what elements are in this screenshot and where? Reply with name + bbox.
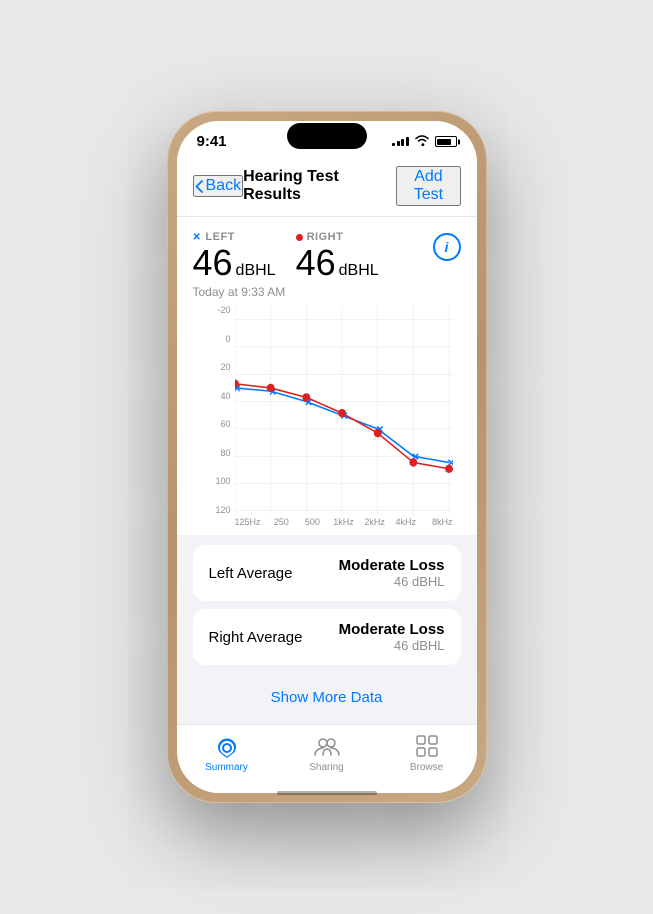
right-point-500 xyxy=(302,393,310,401)
tab-sharing[interactable]: Sharing xyxy=(277,733,377,773)
summary-icon xyxy=(214,733,240,759)
browse-tab-label: Browse xyxy=(410,762,443,773)
y-label-120: 120 xyxy=(209,505,235,515)
x-label-2k: 2kHz xyxy=(359,517,390,527)
right-point-8k xyxy=(445,465,453,473)
nav-bar: Back Hearing Test Results Add Test xyxy=(177,156,477,217)
right-classification: Moderate Loss xyxy=(339,621,445,638)
right-average-value: 46 dBHL xyxy=(339,638,445,653)
left-average-value: 46 dBHL xyxy=(339,574,445,589)
y-label-neg20: -20 xyxy=(209,305,235,315)
signal-bars-icon xyxy=(392,137,409,146)
left-x-icon: ✕ xyxy=(193,232,202,243)
browse-icon xyxy=(414,733,440,759)
chart-svg: ✕ ✕ ✕ ✕ ✕ ✕ ✕ L xyxy=(235,305,453,515)
wifi-icon xyxy=(414,134,430,149)
status-icons xyxy=(392,134,457,149)
show-more-section[interactable]: Show More Data xyxy=(177,675,477,724)
summary-tab-label: Summary xyxy=(205,762,248,773)
y-label-60: 60 xyxy=(209,419,235,429)
tab-bar: Summary Sharing xyxy=(177,724,477,793)
x-axis-labels: 125Hz 250 500 1kHz 2kHz 4kHz 8kHz xyxy=(235,515,453,535)
right-point-1k xyxy=(338,409,346,417)
right-value: 46 dBHL xyxy=(296,245,379,281)
y-label-40: 40 xyxy=(209,391,235,401)
back-button[interactable]: Back xyxy=(193,175,244,197)
content-area: ✕ LEFT 46 dBHL xyxy=(177,217,477,724)
left-average-label: Left Average xyxy=(209,565,293,582)
left-classification: Moderate Loss xyxy=(339,557,445,574)
right-point-250 xyxy=(266,384,274,392)
left-value: 46 dBHL xyxy=(193,245,276,281)
averages-section: Left Average Moderate Loss 46 dBHL Right… xyxy=(177,535,477,675)
phone-screen: 9:41 xyxy=(177,121,477,793)
dynamic-island xyxy=(287,123,367,149)
back-label: Back xyxy=(206,177,242,195)
right-point-2k xyxy=(373,429,381,437)
show-more-button[interactable]: Show More Data xyxy=(263,681,391,714)
x-label-500: 500 xyxy=(297,517,328,527)
home-indicator xyxy=(277,791,377,793)
metrics-row: ✕ LEFT 46 dBHL xyxy=(193,231,379,281)
add-test-button[interactable]: Add Test xyxy=(396,166,460,206)
right-metric: RIGHT 46 dBHL xyxy=(296,231,379,281)
battery-icon xyxy=(435,136,457,147)
left-average-result: Moderate Loss 46 dBHL xyxy=(339,557,445,589)
right-dot-icon xyxy=(296,234,303,241)
result-card: ✕ LEFT 46 dBHL xyxy=(177,217,477,535)
tab-summary[interactable]: Summary xyxy=(177,733,277,773)
x-label-1k: 1kHz xyxy=(328,517,359,527)
x-label-125: 125Hz xyxy=(235,517,266,527)
y-label-80: 80 xyxy=(209,448,235,458)
x-label-4k: 4kHz xyxy=(390,517,421,527)
y-label-20: 20 xyxy=(209,362,235,372)
right-average-label: Right Average xyxy=(209,629,303,646)
result-date: Today at 9:33 AM xyxy=(193,285,379,299)
right-average-result: Moderate Loss 46 dBHL xyxy=(339,621,445,653)
y-label-0: 0 xyxy=(209,334,235,344)
x-label-8k: 8kHz xyxy=(421,517,452,527)
tab-browse[interactable]: Browse xyxy=(377,733,477,773)
status-time: 9:41 xyxy=(197,133,227,150)
page-title: Hearing Test Results xyxy=(243,168,396,204)
audiogram-chart: -20 0 20 40 60 80 100 120 xyxy=(193,305,461,535)
y-label-100: 100 xyxy=(209,476,235,486)
info-button[interactable]: i xyxy=(433,233,461,261)
left-average-card: Left Average Moderate Loss 46 dBHL xyxy=(193,545,461,601)
sharing-tab-label: Sharing xyxy=(309,762,343,773)
right-point-4k xyxy=(409,458,417,466)
left-metric: ✕ LEFT 46 dBHL xyxy=(193,231,276,281)
info-button-wrapper[interactable]: i xyxy=(433,233,461,261)
phone-shell: 9:41 xyxy=(167,111,487,803)
sharing-icon xyxy=(314,733,340,759)
x-label-250: 250 xyxy=(266,517,297,527)
right-average-card: Right Average Moderate Loss 46 dBHL xyxy=(193,609,461,665)
